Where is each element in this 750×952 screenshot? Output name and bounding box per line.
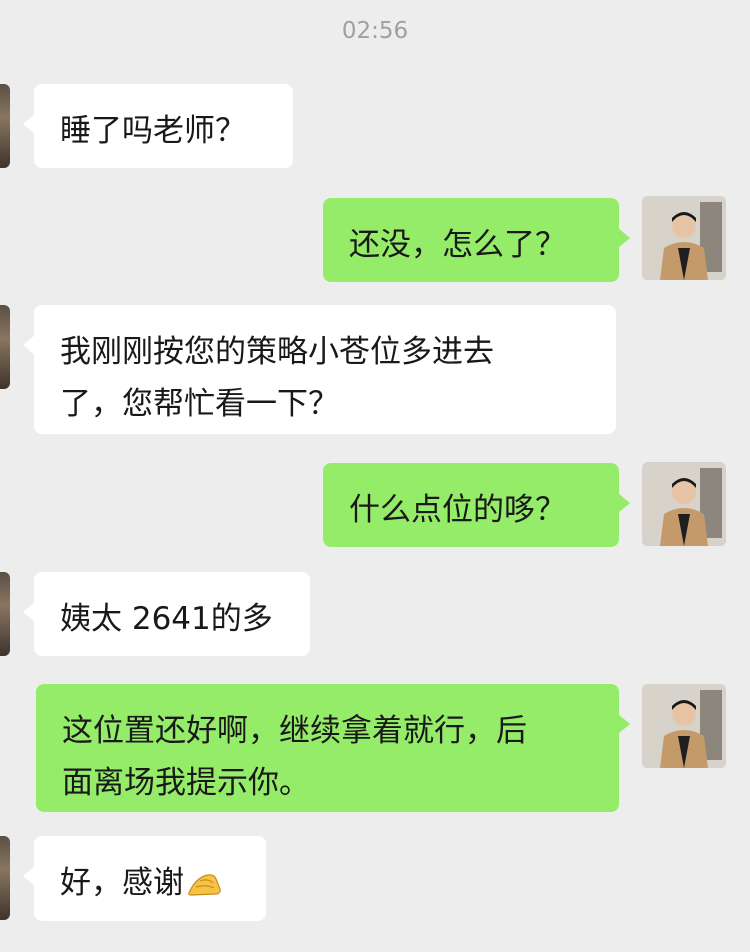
person-avatar-icon [642, 684, 726, 768]
message-timestamp: 02:56 [341, 18, 409, 44]
incoming-message-bubble[interactable]: 睡了吗老师？ [23, 84, 293, 168]
message-text: 姨太 2641的多 [60, 601, 273, 637]
message-text: 好，感谢 [60, 865, 184, 901]
message-text-line: 了，您帮忙看一下？ [60, 386, 339, 422]
contact-avatar[interactable] [0, 84, 10, 168]
message-text: 睡了吗老师？ [60, 113, 246, 149]
message-text: 什么点位的哆？ [349, 492, 566, 528]
my-avatar[interactable] [642, 196, 726, 280]
person-avatar-icon [642, 462, 726, 546]
outgoing-message-bubble[interactable]: 还没，怎么了？ [323, 198, 630, 282]
incoming-message-bubble[interactable]: 好，感谢 [23, 836, 266, 921]
incoming-message-bubble[interactable]: 姨太 2641的多 [23, 572, 310, 656]
message-text-line: 面离场我提示你。 [62, 765, 310, 801]
contact-avatar[interactable] [0, 572, 10, 656]
outgoing-message-bubble[interactable]: 这位置还好啊，继续拿着就行，后 面离场我提示你。 [36, 684, 630, 812]
contact-avatar[interactable] [0, 836, 10, 920]
my-avatar[interactable] [642, 462, 726, 546]
person-avatar-icon [642, 196, 726, 280]
pinched-fingers-icon [188, 874, 221, 896]
chat-window[interactable]: 02:56 睡了吗老师？ 还没，怎么了？ 我刚刚按您的策略小苍位多进去 了，您帮… [0, 0, 750, 952]
incoming-message-bubble[interactable]: 我刚刚按您的策略小苍位多进去 了，您帮忙看一下？ [23, 305, 616, 434]
message-text-line: 这位置还好啊，继续拿着就行，后 [62, 713, 527, 749]
contact-avatar[interactable] [0, 305, 10, 389]
message-text-line: 我刚刚按您的策略小苍位多进去 [60, 334, 494, 370]
message-text: 还没，怎么了？ [349, 227, 566, 263]
outgoing-message-bubble[interactable]: 什么点位的哆？ [323, 463, 630, 547]
my-avatar[interactable] [642, 684, 726, 768]
